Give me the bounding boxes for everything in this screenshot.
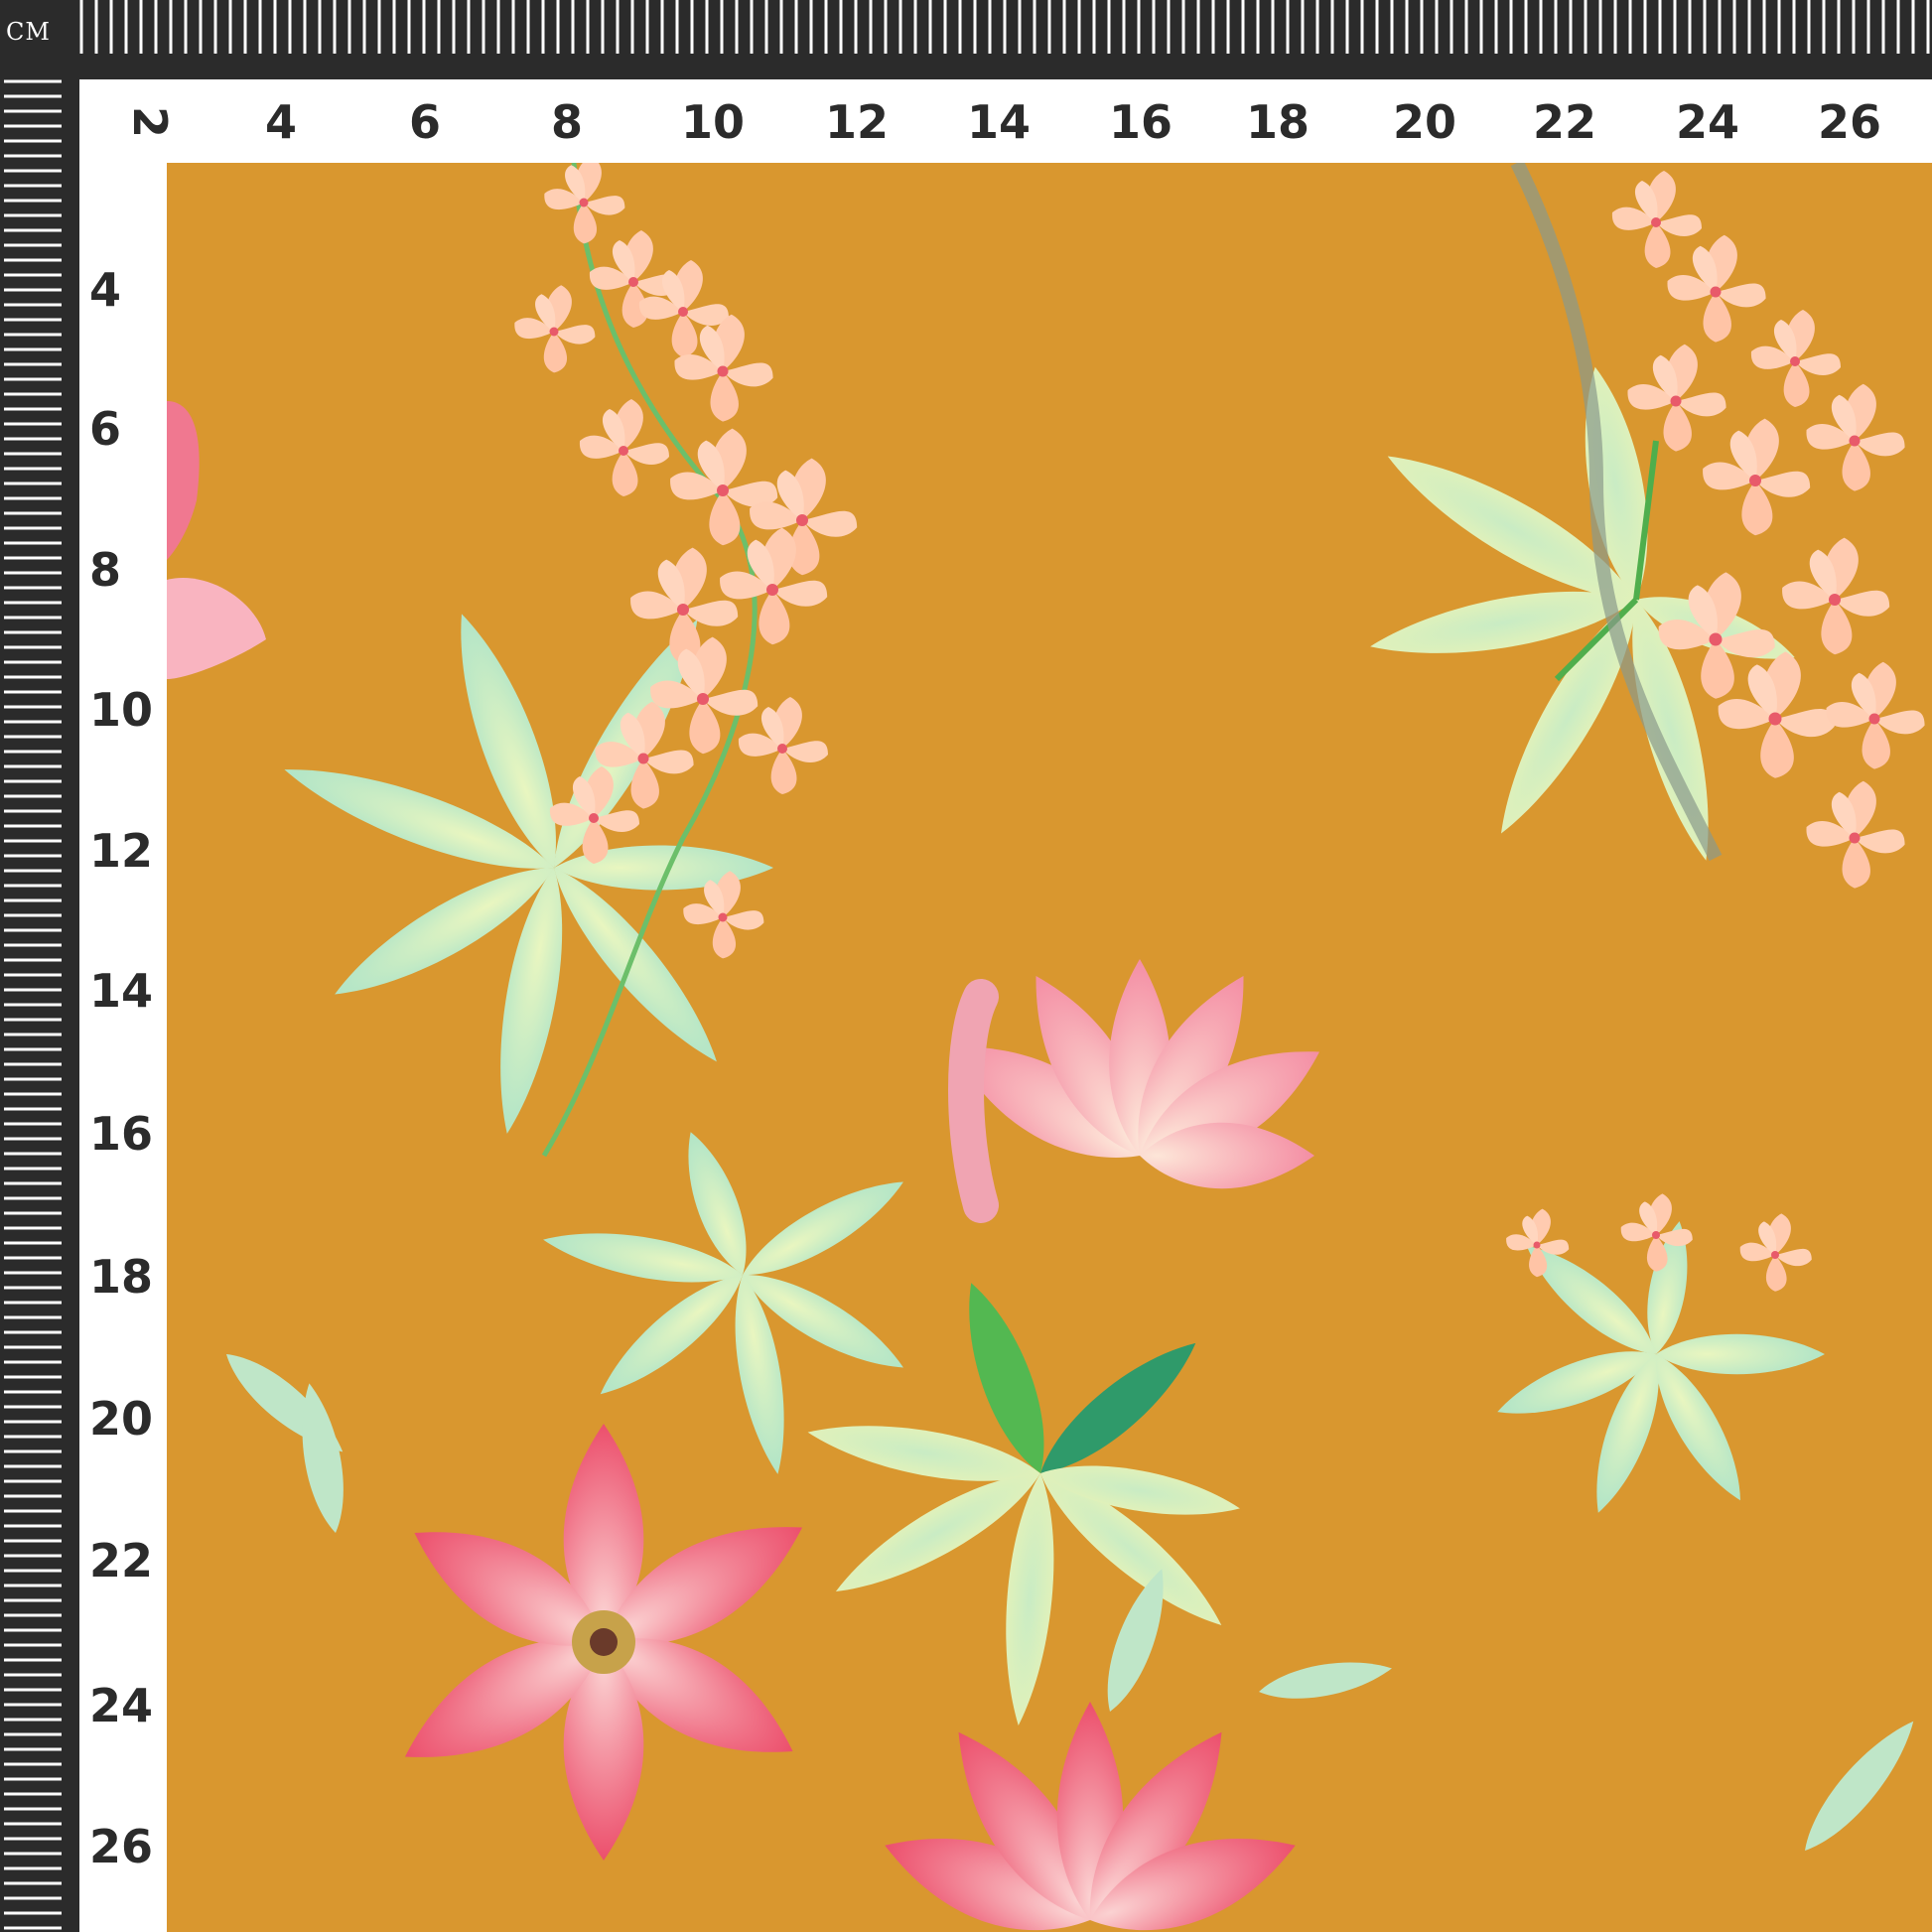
ruler-left-number: 4 [89,263,122,317]
ruler-top-number: 4 [264,95,298,149]
ruler-top [0,0,1932,79]
unit-label: CM [6,18,51,46]
ruler-left-ticks [4,79,62,1930]
ruler-left-number: 18 [89,1250,154,1304]
ruler-top-number: 16 [1108,95,1173,149]
pink-lily [932,959,1337,1223]
ruler-left-number: 12 [89,824,154,878]
ruler-left-number: 22 [89,1534,154,1587]
ruler-left-number: 6 [89,402,122,456]
ruler-top-number: 6 [408,95,442,149]
ruler-left-number: 16 [89,1107,154,1161]
fabric-swatch [167,163,1932,1932]
ruler-left-number: 20 [89,1392,154,1446]
ruler-top-number: 26 [1817,95,1882,149]
floral-print [167,163,1928,1932]
bottom-lily [872,1702,1309,1932]
ruler-left-number: 14 [89,964,154,1018]
ruler-top-number: 2 [123,105,178,139]
red-flower [384,1424,823,1861]
ruler-top-ticks [79,0,1930,54]
ruler-top-number: 22 [1532,95,1597,149]
ruler-left-number: 10 [89,683,154,737]
ruler-left [0,0,79,1932]
ruler-top-number: 18 [1245,95,1311,149]
ruler-top-number: 14 [966,95,1032,149]
ruler-top-number: 12 [824,95,890,149]
ruler-left-number: 26 [89,1820,154,1873]
ruler-left-number: 8 [89,543,122,597]
center-leaf-cluster [539,1125,914,1478]
ruler-top-number: 8 [550,95,584,149]
ruler-top-number: 24 [1675,95,1740,149]
edge-flower-left [167,401,266,679]
ruler-top-number: 10 [680,95,746,149]
ruler-left-number: 24 [89,1679,154,1732]
ruler-top-number: 20 [1392,95,1457,149]
